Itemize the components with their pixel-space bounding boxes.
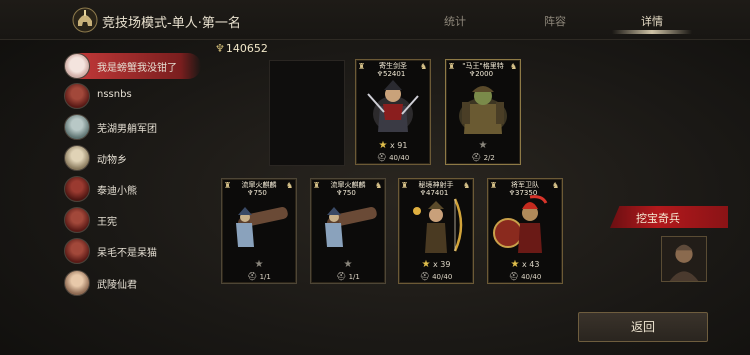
unit-count: ⛑ 2/2 [446, 153, 520, 162]
tab-statistics[interactable]: 统计 [425, 13, 485, 29]
avatar [64, 83, 90, 109]
unit-count: ⛑ 40/40 [356, 153, 430, 162]
unit-count: ⛑ 1/1 [222, 272, 296, 281]
unit-stars: ★ x 43 [488, 259, 562, 270]
player-name: 呆毛不是呆猫 [97, 248, 157, 259]
archer-unit-art [413, 198, 463, 253]
unit-count-value: 1/1 [348, 273, 360, 281]
avatar [64, 53, 90, 79]
star-icon: ★ [343, 259, 353, 270]
player-item[interactable]: 动物乡 [62, 144, 202, 172]
helmet-icon: ⛑ [508, 272, 519, 281]
player-item[interactable]: 我是螃蟹我没钳了 [62, 52, 202, 80]
unit-card[interactable]: ♜ ♞ 秘境神射手 ♆47401 ★ x 39 ⛑ 40/40 [398, 178, 474, 284]
samurai-unit-art [367, 80, 419, 132]
unit-stars: ★ x 39 [399, 259, 473, 270]
helmet-icon: ⛑ [419, 272, 430, 281]
unit-card[interactable]: ♜ ♞ 流窜火麒麟 ♆750 ★ ⛑ 1/1 [310, 178, 386, 284]
unit-card[interactable]: ♜ ♞ 寄生剑圣 ♆52401 ★ x 91 ⛑ 40/40 [355, 59, 431, 165]
avatar [64, 238, 90, 264]
unit-card[interactable]: ♜ ♞ 将军卫队 ♆37350 ★ x 43 ⛑ 40/40 [487, 178, 563, 284]
player-name: 武陵仙君 [97, 280, 137, 291]
avatar [64, 145, 90, 171]
unit-stars: ★ x 91 [356, 140, 430, 151]
cannon-unit-art [236, 207, 288, 247]
player-item[interactable]: 芜湖男艄军团 [62, 113, 202, 141]
player-item[interactable]: nssnbs [62, 82, 202, 110]
star-icon: ★ [510, 259, 520, 270]
helmet-icon: ⛑ [376, 153, 387, 162]
unit-count: ⛑ 40/40 [488, 272, 562, 281]
header-bar: 竞技场模式-单人·第一名 统计 阵容 详情 [0, 0, 750, 40]
helmet-icon: ⛑ [247, 272, 258, 281]
cannon-unit-art [325, 207, 377, 247]
unit-star-count: x 39 [433, 260, 451, 269]
power-icon: ♆ [215, 42, 225, 55]
helmet-icon: ⛑ [471, 153, 482, 162]
player-name: nssnbs [97, 89, 132, 100]
arena-helmet-icon [72, 7, 98, 33]
avatar [64, 114, 90, 140]
treasure-label: 挖宝奇兵 [636, 212, 680, 225]
player-name: 我是螃蟹我没钳了 [97, 63, 177, 74]
orc-unit-art [459, 86, 507, 134]
avatar [64, 207, 90, 233]
unit-count-value: 1/1 [259, 273, 271, 281]
active-tab-indicator [612, 30, 692, 34]
player-item[interactable]: 武陵仙君 [62, 269, 202, 297]
unit-stars: ★ [311, 259, 385, 270]
page-title: 竞技场模式-单人·第一名 [102, 16, 241, 31]
player-item[interactable]: 王宪 [62, 206, 202, 234]
unit-card[interactable]: ♜ ♞ 流窜火麒麟 ♆750 ★ ⛑ 1/1 [221, 178, 297, 284]
unit-stars: ★ [446, 140, 520, 151]
tab-details[interactable]: 详情 [622, 13, 682, 29]
total-power: ♆140652 [215, 42, 268, 55]
unit-star-count: x 91 [390, 141, 408, 150]
avatar [64, 270, 90, 296]
player-name: 动物乡 [97, 155, 127, 166]
unit-count-value: 40/40 [389, 154, 410, 162]
star-icon: ★ [421, 259, 431, 270]
unit-count-value: 40/40 [521, 273, 542, 281]
player-item[interactable]: 呆毛不是呆猫 [62, 237, 202, 265]
unit-star-count: x 43 [522, 260, 540, 269]
total-power-value: 140652 [225, 42, 268, 55]
unit-card[interactable]: ♜ ♞ "马王"格里特 ♆2000 ★ ⛑ 2/2 [445, 59, 521, 165]
unit-count-value: 40/40 [432, 273, 453, 281]
tab-lineup[interactable]: 阵容 [525, 13, 585, 29]
unit-count: ⛑ 40/40 [399, 272, 473, 281]
unit-stars: ★ [222, 259, 296, 270]
avatar [64, 176, 90, 202]
back-button[interactable]: 返回 [578, 312, 708, 342]
star-icon: ★ [254, 259, 264, 270]
helmet-icon: ⛑ [336, 272, 347, 281]
player-name: 王宪 [97, 217, 117, 228]
treasure-hunter-portrait[interactable] [661, 236, 707, 282]
star-icon: ★ [378, 140, 388, 151]
empty-slot [269, 60, 345, 166]
player-name: 泰迪小熊 [97, 186, 137, 197]
player-item[interactable]: 泰迪小熊 [62, 175, 202, 203]
spartan-unit-art [493, 195, 548, 253]
unit-count: ⛑ 1/1 [311, 272, 385, 281]
unit-count-value: 2/2 [483, 154, 495, 162]
star-icon: ★ [478, 140, 488, 151]
player-name: 芜湖男艄军团 [97, 124, 157, 135]
